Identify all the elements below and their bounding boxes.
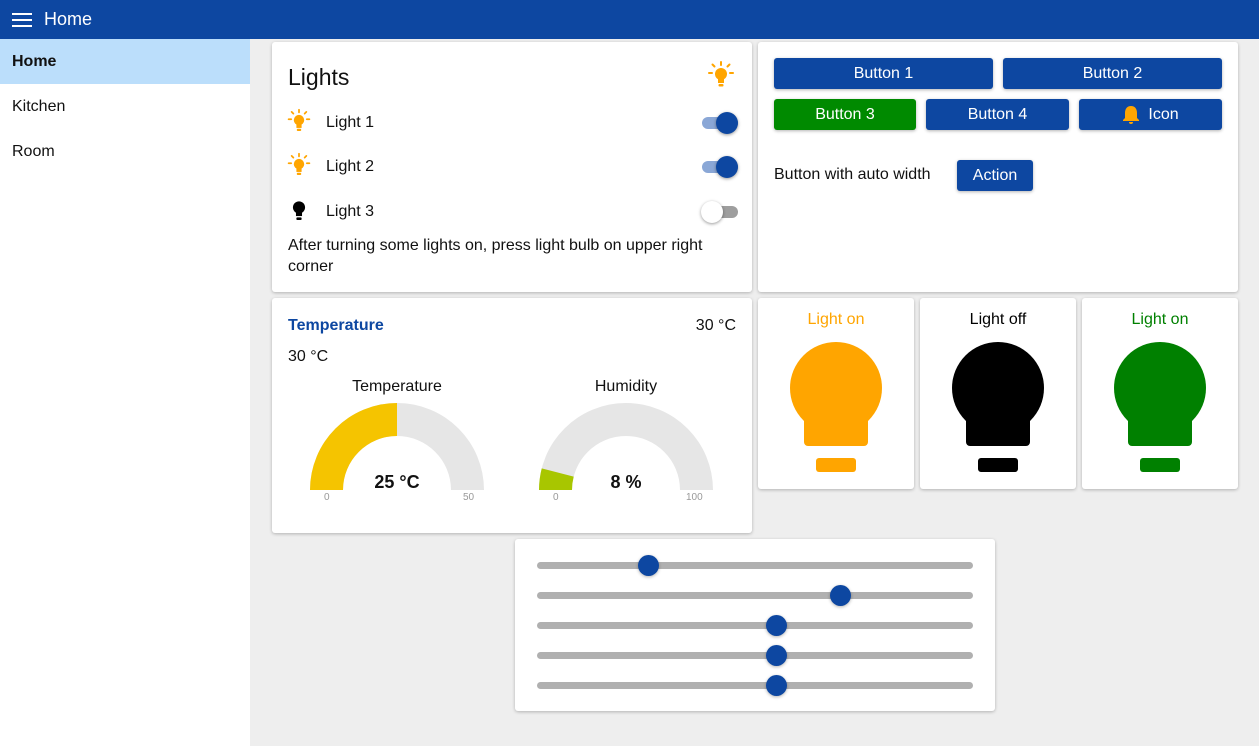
hamburger-menu-icon[interactable] — [0, 0, 44, 39]
light-bulb-header-icon[interactable] — [706, 60, 736, 95]
slider-thumb[interactable] — [765, 645, 787, 666]
slider-thumb[interactable] — [638, 555, 660, 576]
temperature-title: Temperature — [288, 317, 384, 334]
slider-3[interactable] — [537, 614, 973, 636]
lights-instruction-text: After turning some lights on, press ligh… — [288, 237, 703, 275]
slider-thumb[interactable] — [765, 615, 787, 636]
page-title: Home — [44, 9, 93, 29]
sidebar-item-label: Room — [12, 142, 55, 160]
light-bulb-on-icon — [286, 108, 312, 139]
light-row-3: Light 3 — [286, 197, 738, 227]
lights-title: Lights — [288, 64, 350, 90]
gauge-label: Humidity — [594, 378, 658, 395]
light-3-toggle[interactable] — [701, 201, 738, 223]
sidebar-item-label: Home — [12, 52, 57, 70]
slider-5[interactable] — [537, 674, 973, 696]
light-bulb-off-icon — [286, 197, 312, 228]
icon-button[interactable]: Icon — [1079, 99, 1222, 130]
light-label: Light 1 — [326, 114, 375, 131]
bulb-card-title: Light on — [807, 311, 865, 328]
sidebar-item-label: Kitchen — [12, 97, 66, 115]
light-bulb-on-icon — [286, 152, 312, 183]
action-button[interactable]: Action — [957, 160, 1033, 191]
button-3[interactable]: Button 3 — [774, 99, 916, 130]
gauge-max: 100 — [686, 492, 703, 503]
buttons-card: Button 1 Button 2 Button 3 Button 4 Icon… — [758, 42, 1238, 292]
temperature-gauge: Temperature 25 °C 0 50 — [297, 378, 497, 508]
sidebar: Home Kitchen Room — [0, 39, 250, 746]
button-4[interactable]: Button 4 — [926, 99, 1069, 130]
button-2[interactable]: Button 2 — [1003, 58, 1222, 89]
temperature-subvalue: 30 °C — [288, 348, 329, 365]
gauge-min: 0 — [324, 492, 330, 503]
light-2-toggle[interactable] — [702, 156, 738, 178]
app-bar: Home — [0, 0, 1259, 39]
slider-thumb[interactable] — [830, 585, 852, 606]
sliders-card — [515, 539, 995, 711]
gauge-min: 0 — [553, 492, 559, 503]
slider-4[interactable] — [537, 644, 973, 666]
bulb-card-title: Light on — [1131, 311, 1189, 328]
slider-2[interactable] — [537, 584, 973, 606]
gauge-label: Temperature — [352, 378, 442, 395]
temperature-value: 30 °C — [695, 317, 736, 334]
slider-thumb[interactable] — [765, 675, 787, 696]
gauge-value: 8 % — [610, 472, 642, 492]
bulb-card-orange: Light on — [758, 298, 914, 489]
light-row-1: Light 1 — [286, 108, 738, 138]
slider-1[interactable] — [537, 554, 973, 576]
bulb-card-green: Light on — [1082, 298, 1238, 489]
gauge-value: 25 °C — [374, 472, 420, 492]
icon-button-label: Icon — [1148, 105, 1179, 123]
light-label: Light 3 — [326, 203, 375, 220]
auto-width-label: Button with auto width — [774, 166, 931, 183]
light-bulb-icon[interactable] — [951, 340, 1045, 474]
light-bulb-icon[interactable] — [1113, 340, 1207, 474]
lights-card: Lights Light 1 Light 2 Light 3 After tur… — [272, 42, 752, 292]
humidity-gauge: Humidity 8 % 0 100 — [526, 378, 726, 508]
light-bulb-icon[interactable] — [789, 340, 883, 474]
bulb-card-black: Light off — [920, 298, 1076, 489]
sidebar-item-kitchen[interactable]: Kitchen — [0, 84, 250, 129]
light-row-2: Light 2 — [286, 152, 738, 182]
light-label: Light 2 — [326, 158, 375, 175]
light-1-toggle[interactable] — [702, 112, 738, 134]
sidebar-item-room[interactable]: Room — [0, 129, 250, 174]
bulb-card-title: Light off — [969, 311, 1027, 328]
button-1[interactable]: Button 1 — [774, 58, 993, 89]
temperature-card: Temperature 30 °C 30 °C Temperature 25 °… — [272, 298, 752, 533]
bell-icon — [1122, 105, 1140, 125]
sidebar-item-home[interactable]: Home — [0, 39, 250, 84]
gauge-max: 50 — [463, 492, 475, 503]
